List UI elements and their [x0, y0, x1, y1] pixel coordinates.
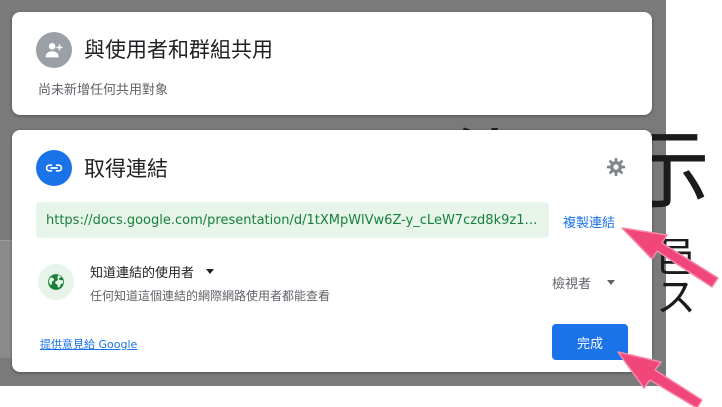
caret-down-icon [607, 280, 616, 285]
person-add-icon [36, 32, 72, 68]
share-card-subtitle: 尚未新增任何共用對象 [38, 83, 169, 98]
gear-icon[interactable] [603, 154, 629, 180]
caret-down-icon [206, 269, 215, 274]
role-label: 檢視者 [552, 277, 592, 292]
feedback-link[interactable]: 提供意見給 Google [40, 336, 137, 352]
link-url-field[interactable]: https://docs.google.com/presentation/d/1… [36, 202, 549, 238]
link-icon [36, 150, 72, 186]
share-card-title: 與使用者和群組共用 [84, 38, 273, 62]
access-scope-dropdown[interactable]: 知道連結的使用者 [90, 262, 215, 281]
access-scope-label: 知道連結的使用者 [90, 266, 195, 281]
link-url-text: https://docs.google.com/presentation/d/1… [46, 212, 539, 228]
backdrop-document-text-side: 邑ス [656, 235, 696, 321]
copy-link-button[interactable]: 複製連結 [563, 212, 615, 231]
get-link-title: 取得連結 [84, 157, 168, 181]
access-scope-description: 任何知道這個連結的網際網路使用者都能查看 [90, 289, 331, 303]
role-dropdown[interactable]: 檢視者 [552, 273, 616, 292]
share-people-card[interactable]: 與使用者和群組共用 尚未新增任何共用對象 [12, 12, 652, 115]
done-button[interactable]: 完成 [552, 324, 628, 360]
get-link-card: 取得連結 https://docs.google.com/presentatio… [12, 130, 652, 372]
globe-icon [38, 264, 74, 300]
